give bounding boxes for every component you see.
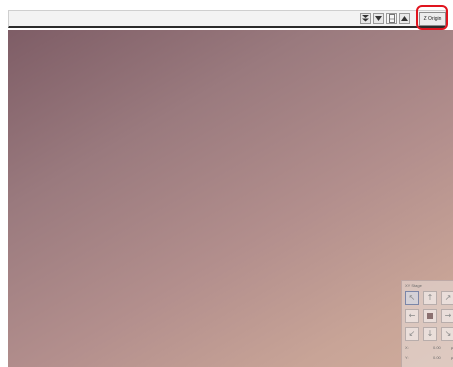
x-label: X: xyxy=(405,345,409,350)
center-stage-button[interactable] xyxy=(423,309,437,323)
move-up-right-button[interactable]: ↗ xyxy=(441,291,453,305)
move-up-button[interactable] xyxy=(399,13,410,24)
objective-icon xyxy=(388,14,395,23)
objective-button[interactable] xyxy=(386,13,397,24)
x-coordinate-row: X: 0.00 µm xyxy=(405,345,453,350)
move-to-top-button[interactable] xyxy=(360,13,371,24)
xy-stage-panel: XY Stage ↖ ↑ ↗ ← → ↙ ↓ ↘ X: 0.00 µm Y: 0… xyxy=(401,280,453,367)
y-value: 0.00 xyxy=(433,355,441,360)
move-down-left-button[interactable]: ↙ xyxy=(405,327,419,341)
move-down-button-stage[interactable]: ↓ xyxy=(423,327,437,341)
app-window: Z Origin XY Stage ↖ ↑ ↗ ← → ↙ ↓ ↘ X: 0.0… xyxy=(0,0,453,367)
top-toolbar: Z Origin xyxy=(8,10,446,28)
move-down-right-button[interactable]: ↘ xyxy=(441,327,453,341)
double-chevron-down-icon xyxy=(362,15,369,22)
y-coordinate-row: Y: 0.00 µm xyxy=(405,355,453,360)
chevron-down-icon xyxy=(375,15,382,21)
x-value: 0.00 xyxy=(433,345,441,350)
move-right-button[interactable]: → xyxy=(441,309,453,323)
chevron-up-icon xyxy=(401,15,408,21)
move-down-button[interactable] xyxy=(373,13,384,24)
move-up-button-stage[interactable]: ↑ xyxy=(423,291,437,305)
stop-icon xyxy=(427,313,433,319)
move-left-button[interactable]: ← xyxy=(405,309,419,323)
xy-stage-title: XY Stage xyxy=(405,283,422,288)
z-origin-button[interactable]: Z Origin xyxy=(419,12,446,26)
y-label: Y: xyxy=(405,355,409,360)
move-up-left-button[interactable]: ↖ xyxy=(405,291,419,305)
image-viewport[interactable]: XY Stage ↖ ↑ ↗ ← → ↙ ↓ ↘ X: 0.00 µm Y: 0… xyxy=(8,30,453,367)
